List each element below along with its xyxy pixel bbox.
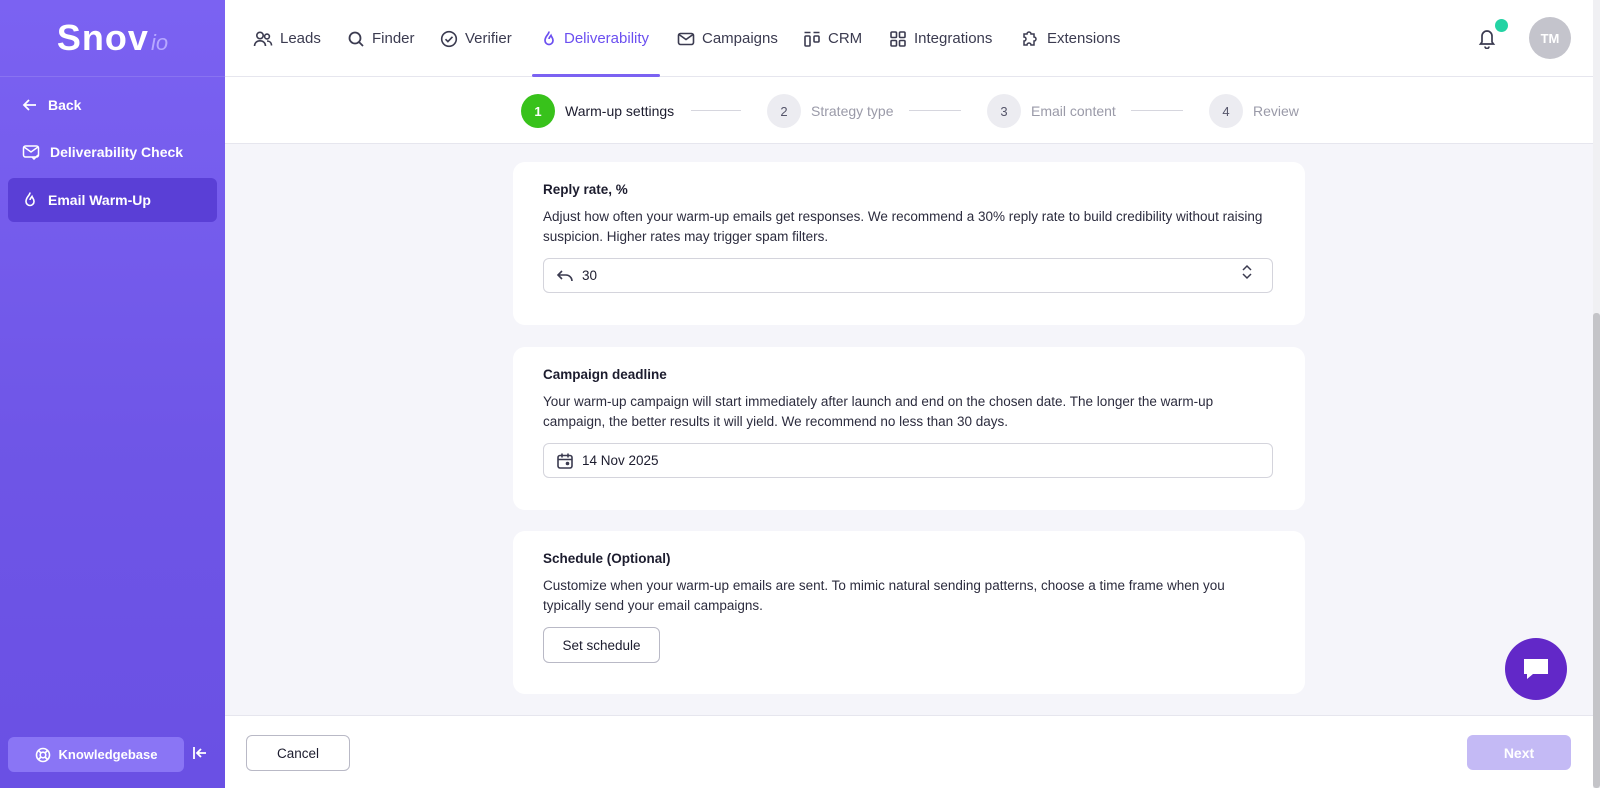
deadline-title: Campaign deadline xyxy=(543,367,667,382)
nav-label: Campaigns xyxy=(702,30,778,47)
puzzle-icon xyxy=(1023,30,1037,46)
logo-suffix: io xyxy=(150,30,169,55)
nav-campaigns[interactable]: Campaigns xyxy=(677,0,778,77)
nav-verifier[interactable]: Verifier xyxy=(440,0,512,77)
deadline-description: Your warm-up campaign will start immedia… xyxy=(543,394,1214,429)
chevron-down-icon[interactable] xyxy=(1242,273,1252,280)
bell-icon xyxy=(1478,30,1496,50)
chevron-up-icon[interactable] xyxy=(1242,264,1252,271)
nav-extensions[interactable]: Extensions xyxy=(1020,0,1120,77)
page-scrollbar[interactable] xyxy=(1593,0,1600,788)
reply-rate-description: Adjust how often your warm-up emails get… xyxy=(543,209,1263,244)
nav-integrations[interactable]: Integrations xyxy=(889,0,992,77)
step-connector xyxy=(1131,110,1183,111)
step-label: Warm-up settings xyxy=(565,103,675,119)
notification-badge xyxy=(1495,19,1508,32)
logo[interactable]: Snov io xyxy=(0,0,225,77)
nav-crm[interactable]: CRM xyxy=(803,0,862,77)
sidebar-item-deliverability-check[interactable]: Deliverability Check xyxy=(8,130,217,174)
sidebar: Snov io Back Deliverability Check Email … xyxy=(0,0,225,788)
campaign-deadline-card: Campaign deadline Your warm-up campaign … xyxy=(513,347,1305,510)
step-label: Review xyxy=(1253,103,1299,119)
sidebar-item-email-warm-up[interactable]: Email Warm-Up xyxy=(8,178,217,222)
reply-rate-value: 30 xyxy=(582,268,598,283)
reply-rate-input[interactable]: 30 xyxy=(543,258,1273,293)
step-number: 3 xyxy=(987,94,1021,128)
chat-bubble-icon xyxy=(1524,659,1548,679)
cancel-button[interactable]: Cancel xyxy=(246,735,350,771)
search-icon xyxy=(348,31,364,47)
lifebuoy-icon xyxy=(35,747,50,762)
reply-rate-stepper[interactable] xyxy=(1242,264,1260,280)
flame-icon xyxy=(25,192,35,207)
arrow-left-icon xyxy=(22,99,36,111)
nav-label: Leads xyxy=(280,30,321,47)
envelope-check-icon xyxy=(22,145,40,160)
chat-widget-button[interactable] xyxy=(1505,638,1567,700)
step-email-content[interactable]: 3 Email content xyxy=(987,94,1116,128)
schedule-description: Customize when your warm-up emails are s… xyxy=(543,578,1225,613)
nav-label: CRM xyxy=(828,30,863,47)
sidebar-item-label: Deliverability Check xyxy=(50,144,184,160)
logo-text: Snov xyxy=(56,17,149,58)
reply-icon xyxy=(556,269,573,281)
bottom-action-bar: Cancel xyxy=(225,715,1593,788)
step-strategy-type[interactable]: 2 Strategy type xyxy=(767,94,894,128)
step-label: Email content xyxy=(1031,103,1116,119)
schedule-title: Schedule (Optional) xyxy=(543,551,671,566)
step-connector xyxy=(909,110,961,111)
next-button[interactable]: Next xyxy=(1467,735,1571,770)
sidebar-item-label: Email Warm-Up xyxy=(48,192,151,208)
stepper: 1 Warm-up settings 2 Strategy type 3 Ema… xyxy=(225,77,1600,144)
step-connector xyxy=(691,110,741,111)
schedule-card: Schedule (Optional) Customize when your … xyxy=(513,531,1305,694)
reply-rate-card: Reply rate, % Adjust how often your warm… xyxy=(513,162,1305,325)
set-schedule-button[interactable]: Set schedule xyxy=(543,627,660,663)
nav-label: Extensions xyxy=(1047,30,1121,47)
nav-label: Finder xyxy=(372,30,415,47)
step-number: 4 xyxy=(1209,94,1243,128)
envelope-icon xyxy=(677,32,695,45)
reply-rate-title: Reply rate, % xyxy=(543,182,628,197)
kanban-icon xyxy=(804,31,820,47)
grid-icon xyxy=(890,30,906,47)
nav-label: Deliverability xyxy=(564,30,650,47)
sidebar-item-label: Back xyxy=(48,97,82,113)
nav-deliverability[interactable]: Deliverability xyxy=(541,0,649,77)
knowledgebase-label: Knowledgebase xyxy=(58,747,158,762)
flame-icon xyxy=(544,30,554,45)
users-icon xyxy=(253,30,273,46)
nav-label: Verifier xyxy=(465,30,512,47)
nav-finder[interactable]: Finder xyxy=(347,0,415,77)
sidebar-item-back[interactable]: Back xyxy=(8,83,217,127)
step-number: 1 xyxy=(521,94,555,128)
deadline-date-input[interactable]: 14 Nov 2025 xyxy=(543,443,1273,478)
step-number: 2 xyxy=(767,94,801,128)
step-review[interactable]: 4 Review xyxy=(1209,94,1299,128)
nav-leads[interactable]: Leads xyxy=(253,0,321,77)
step-warm-up-settings[interactable]: 1 Warm-up settings xyxy=(521,94,674,128)
deadline-value: 14 Nov 2025 xyxy=(582,453,659,468)
nav-label: Integrations xyxy=(914,30,993,47)
check-circle-icon xyxy=(440,30,458,47)
scrollbar-thumb[interactable] xyxy=(1593,313,1600,788)
step-label: Strategy type xyxy=(811,103,894,119)
collapse-sidebar-button[interactable] xyxy=(192,745,208,766)
avatar[interactable]: TM xyxy=(1529,17,1571,59)
top-nav: Leads Finder Verifier Deliverability Cam… xyxy=(225,0,1600,77)
knowledgebase-button[interactable]: Knowledgebase xyxy=(8,737,184,772)
notifications-button[interactable] xyxy=(1477,27,1497,54)
collapse-left-icon xyxy=(193,747,206,759)
calendar-icon xyxy=(557,453,573,469)
